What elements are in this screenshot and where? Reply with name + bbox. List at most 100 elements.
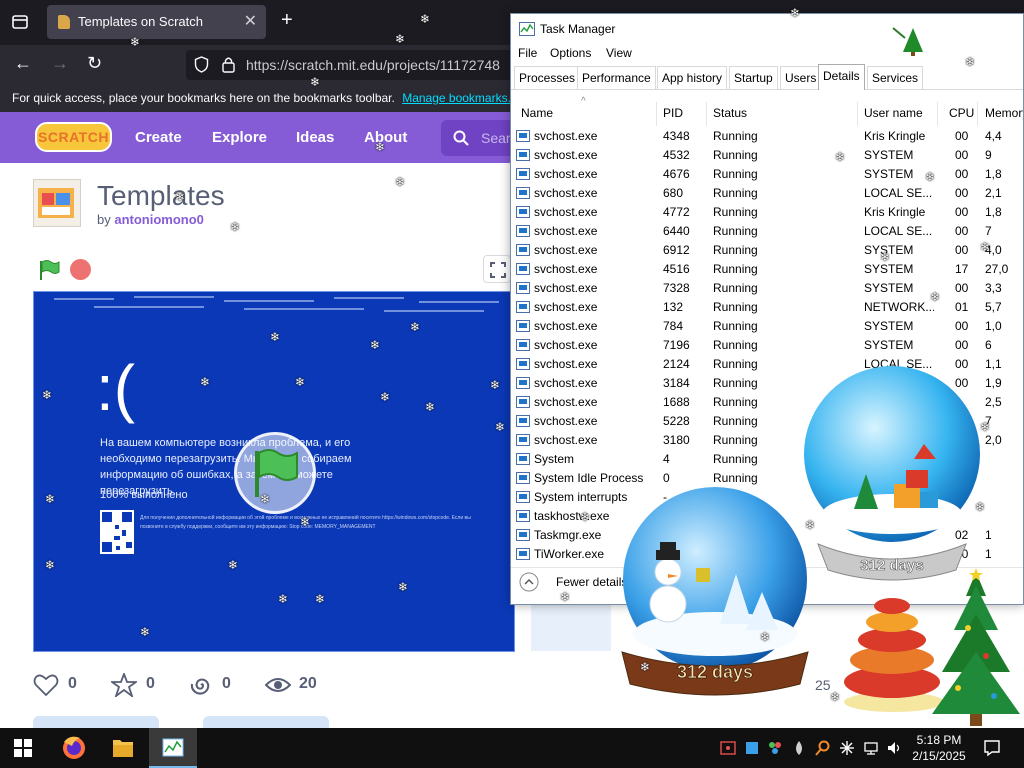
- folder-icon: [113, 740, 133, 757]
- process-memory: 9: [985, 148, 992, 162]
- author-link[interactable]: antoniomono0: [114, 212, 204, 227]
- process-icon: [516, 548, 530, 560]
- process-row[interactable]: svchost.exe 132 Running NETWORK... 01 5,7: [511, 298, 1023, 317]
- process-row[interactable]: svchost.exe 4772 Running Kris Kringle 00 1,8: [511, 203, 1023, 222]
- tray-drop-icon[interactable]: [791, 740, 807, 756]
- tab-details[interactable]: Details: [818, 64, 865, 90]
- col-memory[interactable]: Memory: [985, 106, 1023, 120]
- process-icon: [516, 453, 530, 465]
- tray-search-icon[interactable]: [815, 740, 831, 756]
- tray-network-apps-icon[interactable]: [767, 740, 783, 756]
- snowflake-icon: ❄: [420, 12, 431, 26]
- process-row[interactable]: svchost.exe 4516 Running SYSTEM 17 27,0: [511, 260, 1023, 279]
- process-row[interactable]: svchost.exe 4532 Running SYSTEM 00 9: [511, 146, 1023, 165]
- nav-explore[interactable]: Explore: [212, 129, 267, 146]
- snowflake-icon: ❄: [370, 338, 381, 352]
- menu-options[interactable]: Options: [550, 46, 591, 60]
- scratch-logo[interactable]: SCRATCH: [35, 122, 112, 152]
- process-user: SYSTEM: [864, 319, 914, 333]
- process-name: svchost.exe: [534, 167, 598, 181]
- taskbar-firefox[interactable]: [50, 728, 98, 768]
- tab-processes[interactable]: Processes: [514, 66, 581, 89]
- clock-time: 5:18 PM: [916, 733, 962, 747]
- menu-view[interactable]: View: [606, 46, 632, 60]
- snowflake-icon: ❄: [980, 420, 991, 434]
- process-status: Running: [713, 167, 758, 181]
- tab-services[interactable]: Services: [867, 66, 924, 89]
- url-text: https://scratch.mit.edu/projects/1117274…: [246, 57, 500, 73]
- forward-button[interactable]: →: [51, 53, 69, 74]
- tray-blue-square-icon[interactable]: [744, 740, 760, 756]
- tab-app-history[interactable]: App history: [657, 66, 728, 89]
- tab-list-icon[interactable]: [10, 12, 30, 32]
- manage-bookmarks-link[interactable]: Manage bookmarks...: [402, 91, 517, 105]
- process-cpu: 00: [955, 129, 969, 143]
- new-tab-button[interactable]: +: [281, 9, 293, 32]
- notification-center-icon[interactable]: [983, 739, 1001, 757]
- taskbar-file-explorer[interactable]: [99, 728, 147, 768]
- stop-icon[interactable]: [70, 259, 91, 280]
- tab-users[interactable]: Users: [780, 66, 822, 89]
- project-stage[interactable]: :( На вашем компьютере возникла проблема…: [33, 291, 515, 652]
- tray-snowflake-icon[interactable]: [839, 740, 855, 756]
- col-name[interactable]: Name: [521, 106, 553, 120]
- project-thumbnail[interactable]: [33, 179, 81, 227]
- reload-button[interactable]: ↻: [87, 53, 102, 74]
- tracking-shield-icon[interactable]: [194, 56, 209, 73]
- project-title[interactable]: Templates: [97, 180, 225, 212]
- back-button[interactable]: ←: [14, 53, 32, 74]
- menu-file[interactable]: File: [518, 46, 537, 60]
- nav-create[interactable]: Create: [135, 129, 182, 146]
- tray-volume-icon[interactable]: [886, 740, 902, 756]
- tray-network-icon[interactable]: [863, 740, 879, 756]
- col-pid[interactable]: PID: [663, 106, 683, 120]
- taskbar-clock[interactable]: 5:18 PM 2/15/2025: [909, 732, 969, 764]
- process-cpu: 00: [955, 281, 969, 295]
- fewer-details-icon[interactable]: [519, 572, 539, 592]
- process-name: svchost.exe: [534, 129, 598, 143]
- url-bar[interactable]: https://scratch.mit.edu/projects/1117274…: [186, 50, 516, 80]
- windows-start-icon[interactable]: [14, 739, 32, 757]
- process-row[interactable]: svchost.exe 784 Running SYSTEM 00 1,0: [511, 317, 1023, 336]
- process-name: svchost.exe: [534, 186, 598, 200]
- process-row[interactable]: svchost.exe 680 Running LOCAL SE... 00 2,1: [511, 184, 1023, 203]
- start-project-overlay[interactable]: [234, 432, 316, 514]
- nav-ideas[interactable]: Ideas: [296, 129, 334, 146]
- fullscreen-icon: [490, 262, 506, 278]
- col-username[interactable]: User name: [864, 106, 923, 120]
- process-row[interactable]: svchost.exe 7328 Running SYSTEM 00 3,3: [511, 279, 1023, 298]
- process-name: svchost.exe: [534, 224, 598, 238]
- task-manager-titlebar[interactable]: Task Manager: [511, 14, 1023, 44]
- project-stats: 0 0 0 20: [33, 672, 333, 698]
- tray-accessibility-icon[interactable]: [720, 740, 736, 756]
- process-row[interactable]: svchost.exe 4348 Running Kris Kringle 00 4,4: [511, 127, 1023, 146]
- notes-card: [203, 716, 329, 728]
- lock-icon[interactable]: [222, 56, 235, 73]
- taskbar-task-manager[interactable]: [149, 728, 197, 768]
- search-input[interactable]: Sear: [441, 120, 521, 156]
- process-row[interactable]: svchost.exe 7196 Running SYSTEM 00 6: [511, 336, 1023, 355]
- process-status: Running: [713, 262, 758, 276]
- process-pid: 7328: [663, 281, 690, 295]
- col-cpu[interactable]: CPU: [949, 106, 974, 120]
- nav-about[interactable]: About: [364, 129, 407, 146]
- process-row[interactable]: svchost.exe 4676 Running SYSTEM 00 1,8: [511, 165, 1023, 184]
- process-icon: [516, 377, 530, 389]
- process-icon: [516, 301, 530, 313]
- tab-performance[interactable]: Performance: [577, 66, 656, 89]
- process-user: SYSTEM: [864, 148, 914, 162]
- fullscreen-button[interactable]: [483, 255, 511, 283]
- process-row[interactable]: svchost.exe 6440 Running LOCAL SE... 00 7: [511, 222, 1023, 241]
- tab-startup[interactable]: Startup: [729, 66, 778, 89]
- col-status[interactable]: Status: [713, 106, 747, 120]
- process-status: Running: [713, 319, 758, 333]
- process-user: LOCAL SE...: [864, 186, 933, 200]
- snowflake-icon: ❄: [425, 400, 436, 414]
- green-flag-icon[interactable]: [38, 259, 60, 281]
- browser-tab-templates[interactable]: Templates on Scratch ✕: [47, 5, 266, 39]
- snow-globe-right[interactable]: 312 days: [794, 364, 990, 590]
- process-status: Running: [713, 414, 758, 428]
- close-tab-icon[interactable]: ✕: [244, 11, 257, 31]
- process-row[interactable]: svchost.exe 6912 Running SYSTEM 00 4,0: [511, 241, 1023, 260]
- firefox-icon: [63, 736, 85, 759]
